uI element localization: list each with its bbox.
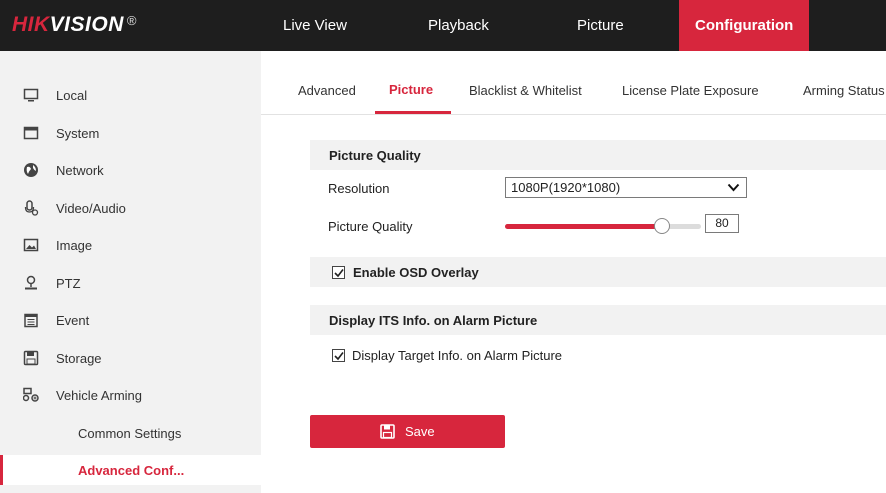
disk-icon — [23, 350, 39, 366]
sidebar-item-label: PTZ — [56, 276, 81, 291]
nav-picture[interactable]: Picture — [577, 0, 624, 51]
brand-logo: HIKVISION ® — [12, 13, 137, 36]
sidebar-subitem-common-settings[interactable]: Common Settings — [0, 418, 261, 448]
sidebar: Local System Network Video/Audio Image P… — [0, 51, 261, 493]
sidebar-item-label: System — [56, 126, 100, 141]
sidebar-item-network[interactable]: Network — [0, 156, 261, 186]
osd-overlay-checkbox[interactable] — [332, 266, 345, 279]
section-title: Display ITS Info. on Alarm Picture — [329, 313, 538, 328]
sidebar-item-video-audio[interactable]: Video/Audio — [0, 194, 261, 224]
sidebar-subitem-advanced-conf[interactable]: Advanced Conf... — [0, 455, 261, 485]
tab-picture[interactable]: Picture — [389, 82, 433, 97]
vehicle-icon — [23, 387, 39, 402]
tab-license-plate-exposure[interactable]: License Plate Exposure — [622, 83, 759, 98]
chevron-down-icon — [727, 183, 740, 192]
picture-quality-slider[interactable] — [505, 218, 701, 234]
display-target-info-checkbox[interactable] — [332, 349, 345, 362]
sidebar-item-label: Local — [56, 88, 88, 103]
microphone-icon — [24, 200, 39, 216]
sidebar-item-local[interactable]: Local — [0, 81, 261, 111]
sidebar-item-label: Storage — [56, 351, 102, 366]
section-its-info: Display ITS Info. on Alarm Picture — [310, 305, 886, 335]
window-icon — [23, 126, 39, 140]
tab-advanced[interactable]: Advanced — [298, 83, 356, 98]
top-bar: HIKVISION ® Live View Playback Picture Co… — [0, 0, 886, 51]
save-label: Save — [405, 424, 435, 439]
resolution-value: 1080P(1920*1080) — [511, 180, 621, 195]
resolution-label: Resolution — [328, 181, 390, 196]
tab-blacklist-whitelist[interactable]: Blacklist & Whitelist — [469, 83, 582, 98]
monitor-icon — [23, 88, 39, 102]
nav-configuration[interactable]: Configuration — [679, 0, 810, 51]
tab-bar: Advanced Picture Blacklist & Whitelist L… — [261, 51, 886, 115]
tab-arming-status[interactable]: Arming Status — [803, 83, 885, 98]
globe-icon — [24, 163, 38, 177]
sidebar-item-event[interactable]: Event — [0, 306, 261, 336]
sidebar-item-vehicle-arming[interactable]: Vehicle Arming — [0, 381, 261, 411]
osd-overlay-label: Enable OSD Overlay — [353, 265, 479, 280]
sidebar-item-label: Network — [56, 163, 104, 178]
nav-live-view[interactable]: Live View — [283, 0, 347, 51]
active-tab-indicator — [375, 111, 451, 114]
calendar-icon — [24, 313, 38, 328]
sidebar-item-label: Advanced Conf... — [78, 463, 185, 478]
display-target-info-label: Display Target Info. on Alarm Picture — [352, 348, 563, 363]
sidebar-item-label: Video/Audio — [56, 201, 126, 216]
sidebar-item-storage[interactable]: Storage — [0, 344, 261, 374]
picture-quality-label: Picture Quality — [328, 219, 413, 234]
checkmark-icon — [334, 269, 344, 278]
sidebar-item-image[interactable]: Image — [0, 231, 261, 261]
resolution-select[interactable]: 1080P(1920*1080) — [505, 177, 747, 198]
sidebar-item-label: Vehicle Arming — [56, 388, 142, 403]
sidebar-item-label: Common Settings — [78, 426, 182, 441]
slider-fill — [505, 224, 662, 229]
person-icon — [25, 275, 37, 290]
section-title: Picture Quality — [329, 148, 421, 163]
sidebar-item-ptz[interactable]: PTZ — [0, 269, 261, 299]
picture-quality-input[interactable]: 80 — [705, 214, 739, 233]
sidebar-item-label: Event — [56, 313, 90, 328]
sidebar-item-label: Image — [56, 238, 93, 253]
save-icon — [380, 424, 395, 439]
save-button[interactable]: Save — [310, 415, 505, 448]
sidebar-item-system[interactable]: System — [0, 119, 261, 149]
image-icon — [23, 238, 39, 252]
section-osd-overlay: Enable OSD Overlay — [310, 257, 886, 287]
slider-thumb[interactable] — [653, 218, 670, 234]
nav-playback[interactable]: Playback — [428, 0, 489, 51]
checkmark-icon — [334, 352, 344, 361]
section-picture-quality: Picture Quality — [310, 140, 886, 170]
